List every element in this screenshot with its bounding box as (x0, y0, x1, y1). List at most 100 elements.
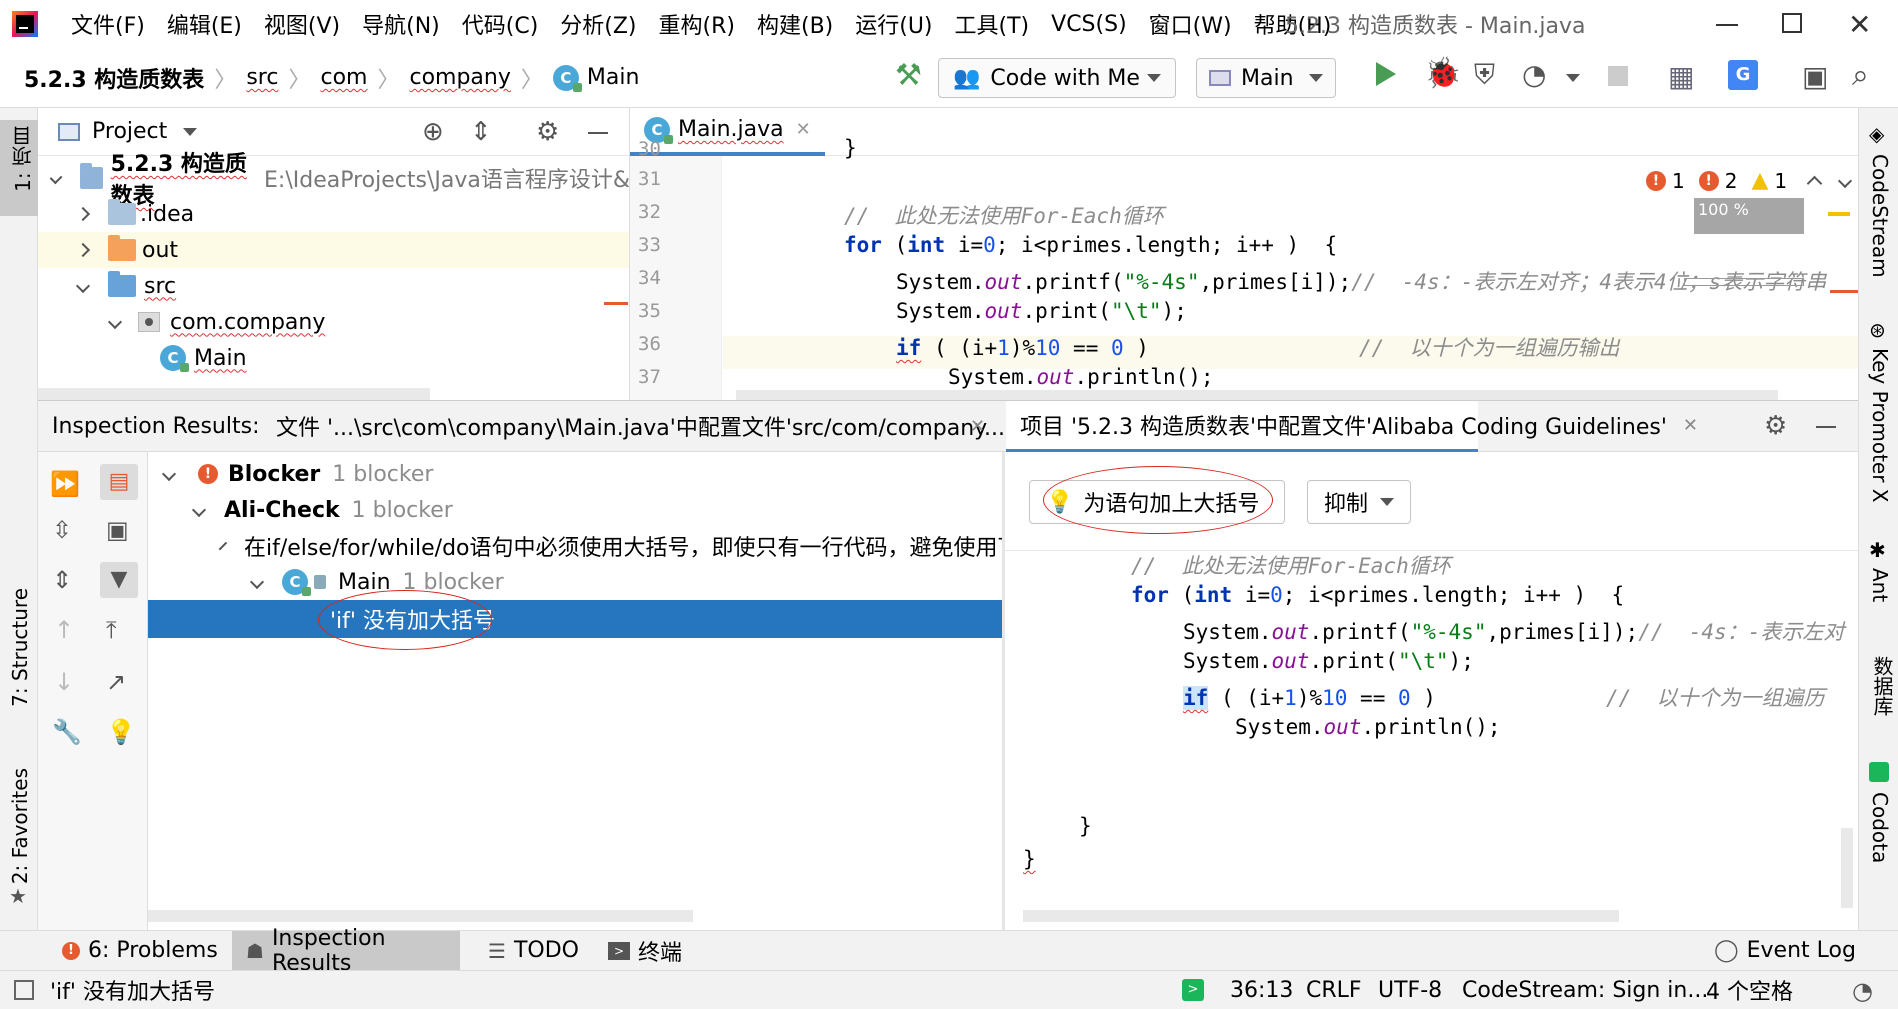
tab-key-promoter[interactable]: Key Promoter X (1868, 348, 1892, 503)
collapse-all-icon[interactable]: ⇕ (470, 117, 492, 147)
inspection-tab-file[interactable]: 文件 '...\src\com\company\Main.java'中配置文件'… (276, 410, 1005, 442)
expand-all-icon[interactable]: ⇳ (52, 516, 72, 544)
indent-setting[interactable]: 4 个空格 (1706, 974, 1793, 1006)
chevron-down-icon[interactable] (218, 541, 228, 551)
toggle-tool-windows-icon[interactable] (14, 980, 34, 1000)
menu-tools[interactable]: 工具(T) (944, 8, 1041, 40)
collapse-all-icon[interactable]: ⇕ (52, 566, 72, 594)
close-tab-icon[interactable]: ✕ (970, 416, 985, 437)
tab-codestream[interactable]: CodeStream (1868, 154, 1892, 278)
menu-analyze[interactable]: 分析(Z) (549, 8, 647, 40)
tree-node-blocker[interactable]: ! Blocker 1 blocker (148, 456, 1002, 492)
minimize-button[interactable] (1716, 24, 1738, 26)
close-window-button[interactable]: ✕ (1848, 8, 1871, 41)
inspection-widget[interactable]: ! 1 ! 2 ▲ 1 (1642, 168, 1855, 193)
chevron-down-icon[interactable] (249, 574, 265, 590)
profile-icon[interactable]: ◔ (1522, 58, 1546, 91)
tab-inspection-results[interactable]: ☗ Inspection Results (232, 926, 460, 976)
caret-position[interactable]: 36:13 (1230, 978, 1293, 1003)
breadcrumb-src[interactable]: src (246, 65, 278, 90)
export-icon[interactable]: ⤒ (106, 616, 117, 644)
code-with-me-button[interactable]: 👥 Code with Me (938, 58, 1176, 98)
horizontal-scrollbar[interactable] (148, 910, 693, 922)
tree-item-main[interactable]: C Main (38, 340, 629, 376)
inspection-tab-project[interactable]: 项目 '5.2.3 构造质数表'中配置文件'Alibaba Coding Gui… (1006, 401, 1698, 453)
search-icon[interactable]: ⌕ (1852, 58, 1869, 93)
chevron-down-icon[interactable] (161, 466, 177, 482)
tree-node-alicheck[interactable]: Ali-Check 1 blocker (148, 492, 1002, 528)
terminal-status-icon[interactable]: > (1182, 979, 1204, 1001)
chevron-down-icon[interactable] (49, 171, 63, 185)
memory-indicator-icon[interactable]: ◔ (1852, 977, 1873, 1005)
tab-database[interactable]: 数据库 (1868, 656, 1897, 716)
chevron-right-icon[interactable] (75, 242, 91, 258)
open-source-icon[interactable]: ↗ (106, 668, 126, 696)
chevron-down-icon[interactable] (75, 278, 91, 294)
project-title[interactable]: Project (92, 119, 167, 144)
file-encoding[interactable]: UTF-8 (1378, 978, 1442, 1003)
debug-icon[interactable]: 🐞 (1424, 56, 1461, 91)
lightbulb-icon[interactable]: 💡 (106, 718, 136, 746)
menu-code[interactable]: 代码(C) (451, 8, 550, 40)
chevron-down-icon[interactable] (183, 127, 198, 136)
close-tab-icon[interactable]: ✕ (1683, 415, 1698, 436)
tab-favorites-label[interactable]: 2: Favorites (8, 768, 32, 884)
horizontal-scrollbar[interactable] (1023, 910, 1619, 922)
tab-ant[interactable]: Ant (1868, 568, 1892, 602)
chevron-right-icon[interactable] (75, 206, 91, 222)
breadcrumb-main[interactable]: Main (587, 65, 640, 90)
tab-structure-label[interactable]: 7: Structure (8, 588, 32, 707)
vertical-scrollbar[interactable] (1841, 828, 1853, 908)
horizontal-scrollbar[interactable] (736, 390, 1778, 400)
chevron-down-icon[interactable] (107, 314, 123, 330)
presentation-icon[interactable]: ▣ (1802, 60, 1828, 93)
previous-icon[interactable]: ↑ (54, 616, 74, 644)
tree-item-src[interactable]: src (38, 268, 629, 304)
tree-item-out[interactable]: out (38, 232, 629, 268)
hide-panel-icon[interactable] (1816, 426, 1836, 428)
line-separator[interactable]: CRLF (1306, 978, 1362, 1003)
breadcrumb-com[interactable]: com (320, 65, 367, 90)
tree-node-main[interactable]: C Main 1 blocker (148, 564, 1002, 600)
group-by-severity-icon[interactable]: ▤ (100, 464, 138, 500)
menu-file[interactable]: 文件(F) (60, 8, 156, 40)
translate-icon[interactable]: G (1728, 60, 1758, 90)
locate-icon[interactable]: ⊕ (422, 117, 444, 147)
close-tab-icon[interactable]: ✕ (796, 119, 811, 140)
maximize-button[interactable] (1782, 13, 1802, 33)
suppress-button[interactable]: 抑制 (1307, 480, 1411, 524)
tree-node-issue[interactable]: 'if' 没有加大括号 (148, 600, 1002, 638)
chevron-down-icon[interactable] (1566, 74, 1580, 82)
tree-node-rule[interactable]: 在if/else/for/while/do语句中必须使用大括号，即使只有一行代码… (148, 528, 1002, 564)
rerun-icon[interactable]: ⏩ (50, 470, 80, 498)
tab-todo[interactable]: ☰ TODO (488, 931, 579, 971)
run-config-select[interactable]: Main (1196, 58, 1336, 98)
stop-icon[interactable] (1608, 66, 1628, 86)
breadcrumb-company[interactable]: company (409, 65, 510, 90)
tab-codota[interactable]: Codota (1868, 792, 1892, 863)
group-by-directory-icon[interactable]: ▣ (106, 516, 129, 544)
hide-panel-icon[interactable] (588, 132, 608, 134)
menu-view[interactable]: 视图(V) (253, 8, 351, 40)
menu-run[interactable]: 运行(U) (844, 8, 943, 40)
next-icon[interactable]: ↓ (54, 668, 74, 696)
chevron-down-icon[interactable] (1838, 173, 1853, 188)
tab-problems[interactable]: ! 6: Problems (62, 931, 218, 971)
tree-item-package[interactable]: com.company (38, 304, 629, 340)
breadcrumb-project[interactable]: 5.2.3 构造质数表 (24, 62, 204, 94)
chevron-up-icon[interactable] (1806, 175, 1823, 192)
coverage-icon[interactable]: ⛨ (1474, 58, 1495, 92)
tab-terminal[interactable]: > 终端 (608, 931, 682, 971)
gear-icon[interactable]: ⚙ (1764, 411, 1787, 441)
menu-edit[interactable]: 编辑(E) (156, 8, 253, 40)
chevron-down-icon[interactable] (191, 502, 207, 518)
filter-icon[interactable]: ▼ (100, 562, 138, 598)
project-structure-icon[interactable]: ▦ (1668, 60, 1694, 93)
codestream-status[interactable]: CodeStream: Sign in... (1462, 978, 1708, 1003)
menu-window[interactable]: 窗口(W) (1138, 8, 1243, 40)
horizontal-scrollbar[interactable] (38, 388, 430, 400)
menu-refactor[interactable]: 重构(R) (648, 8, 746, 40)
gear-icon[interactable]: ⚙ (536, 117, 559, 147)
menu-build[interactable]: 构建(B) (746, 8, 844, 40)
menu-vcs[interactable]: VCS(S) (1040, 12, 1138, 37)
